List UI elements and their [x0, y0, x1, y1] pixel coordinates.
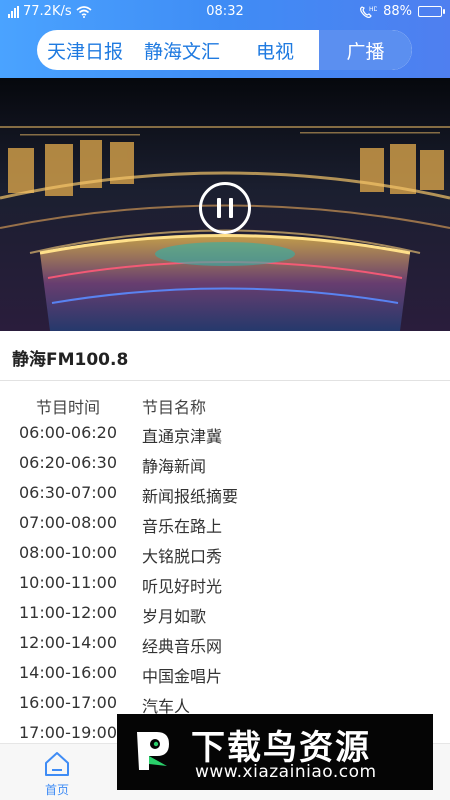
nav-home[interactable]: 首页	[12, 744, 102, 800]
tab-jinghai-wenhui[interactable]: 静海文汇	[133, 30, 231, 70]
watermark-banner: 下载鸟资源 www.xiazainiao.com	[117, 714, 433, 790]
program-time: 17:00-19:00	[19, 723, 117, 742]
program-name: 新闻报纸摘要	[142, 487, 239, 506]
schedule-row: 11:00-12:00 岁月如歌	[0, 596, 450, 626]
channel-tabs: 天津日报 静海文汇 电视 广播	[37, 30, 412, 70]
program-name: 经典音乐网	[142, 637, 223, 656]
schedule-row: 06:20-06:30 静海新闻	[0, 446, 450, 476]
program-time: 12:00-14:00	[19, 633, 117, 652]
schedule-row: 14:00-16:00 中国金唱片	[0, 656, 450, 686]
status-right: HD 88%	[359, 4, 445, 19]
header-name: 节目名称	[142, 398, 207, 417]
bird-logo-icon	[137, 732, 169, 770]
phone-hd-icon: HD	[360, 6, 377, 18]
program-time: 08:00-10:00	[19, 543, 117, 562]
schedule-header: 节目时间 节目名称	[0, 382, 450, 417]
nav-home-label: 首页	[44, 783, 69, 797]
pause-button[interactable]	[199, 182, 251, 234]
station-header: 静海FM100.8	[0, 331, 450, 381]
svg-text:HD: HD	[369, 6, 377, 13]
home-icon	[45, 752, 69, 776]
tab-radio[interactable]: 广播	[319, 30, 412, 70]
program-time: 06:00-06:20	[19, 423, 117, 442]
schedule-row: 08:00-10:00 大铭脱口秀	[0, 536, 450, 566]
video-player[interactable]	[0, 78, 450, 331]
battery-text: 88%	[383, 4, 412, 19]
schedule-row: 06:30-07:00 新闻报纸摘要	[0, 476, 450, 506]
watermark-url: www.xiazainiao.com	[195, 762, 377, 782]
pause-icon	[217, 198, 221, 218]
battery-icon	[418, 6, 445, 17]
program-name: 大铭脱口秀	[142, 547, 223, 566]
schedule-row: 12:00-14:00 经典音乐网	[0, 626, 450, 656]
program-name: 岁月如歌	[142, 607, 207, 626]
schedule-row: 16:00-17:00 汽车人	[0, 686, 450, 716]
app-header: 77.2K/s 08:32 HD 88% 天津日报 静海文汇 电视 广播	[0, 0, 450, 78]
station-name: 静海FM100.8	[12, 350, 129, 370]
schedule-row: 07:00-08:00 音乐在路上	[0, 506, 450, 536]
schedule-row: 06:00-06:20 直通京津冀	[0, 416, 450, 446]
tab-tianjin-daily[interactable]: 天津日报	[37, 30, 133, 70]
program-name: 静海新闻	[142, 457, 207, 476]
program-name: 音乐在路上	[142, 517, 223, 536]
program-name: 听见好时光	[142, 577, 223, 596]
program-time: 06:20-06:30	[19, 453, 117, 472]
status-bar: 77.2K/s 08:32 HD 88%	[0, 0, 450, 24]
program-time: 06:30-07:00	[19, 483, 117, 502]
program-time: 11:00-12:00	[19, 603, 117, 622]
tab-tv[interactable]: 电视	[231, 30, 319, 70]
program-name: 直通京津冀	[142, 427, 223, 446]
program-time: 07:00-08:00	[19, 513, 117, 532]
program-time: 14:00-16:00	[19, 663, 117, 682]
program-name: 中国金唱片	[142, 667, 223, 686]
program-time: 10:00-11:00	[19, 573, 117, 592]
program-schedule: 节目时间 节目名称 06:00-06:20 直通京津冀 06:20-06:30 静海新…	[0, 382, 450, 746]
schedule-row: 10:00-11:00 听见好时光	[0, 566, 450, 596]
program-time: 16:00-17:00	[19, 693, 117, 712]
header-time: 节目时间	[35, 398, 100, 417]
